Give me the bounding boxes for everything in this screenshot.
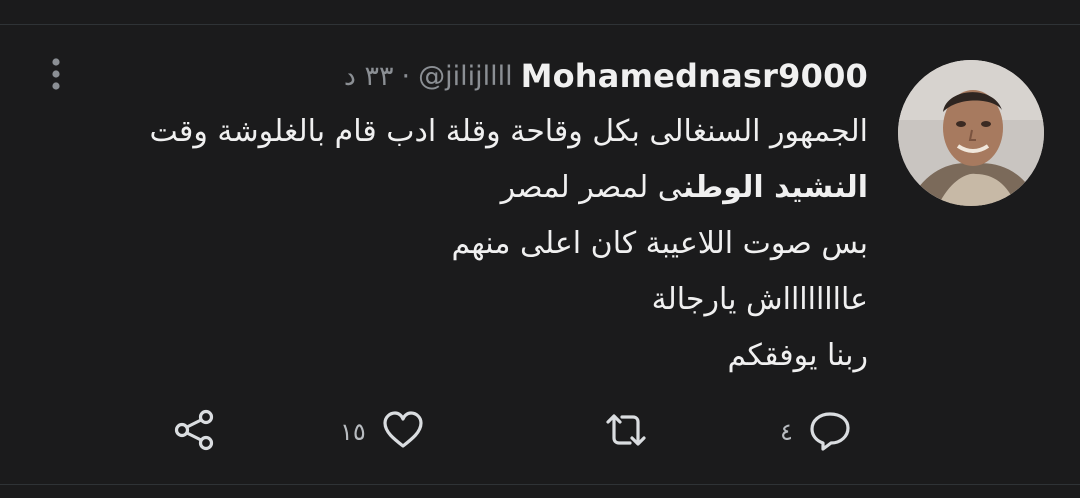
reply-icon	[807, 408, 853, 456]
tweet-header: Mohamednasr9000 @jilijllll · ٣٣ د	[344, 54, 868, 98]
author-handle[interactable]: @jilijllll	[418, 61, 513, 92]
more-vertical-icon[interactable]	[46, 56, 66, 96]
retweet-button[interactable]	[600, 408, 666, 456]
author-avatar[interactable]	[898, 60, 1044, 206]
retweet-icon	[600, 408, 652, 456]
reply-count: ٤	[780, 418, 793, 446]
tweet-line-1: الجمهور السنغالى بكل وقاحة وقلة ادب قام …	[149, 114, 868, 149]
like-button[interactable]: ١٥	[340, 408, 426, 456]
tweet-line-5: ربنا يوفقكم	[727, 338, 868, 373]
tweet-text: الجمهور السنغالى بكل وقاحة وقلة ادب قام …	[48, 104, 868, 384]
tweet-line-3: بس صوت اللاعيبة كان اعلى منهم	[451, 226, 869, 261]
heart-icon	[380, 408, 426, 456]
tweet-line-2: النشيد الوطنى لمصر لمصر	[48, 160, 868, 216]
top-divider	[0, 24, 1080, 25]
reply-button[interactable]: ٤	[780, 408, 853, 456]
tweet-line-2-rest: ى لمصر لمصر	[500, 170, 683, 205]
share-button[interactable]	[172, 408, 232, 456]
bottom-divider	[0, 484, 1080, 485]
tweet-timestamp[interactable]: ٣٣ د	[344, 61, 394, 92]
tweet-action-bar: ٤ ١٥	[0, 400, 1080, 464]
tweet-line-4: عااااااااش يارجالة	[651, 282, 868, 317]
share-icon	[172, 408, 218, 456]
author-display-name[interactable]: Mohamednasr9000	[521, 57, 868, 95]
tweet-line-2-bold: النشيد الوطن	[682, 170, 868, 205]
header-separator: ·	[401, 60, 411, 92]
like-count: ١٥	[340, 418, 366, 446]
